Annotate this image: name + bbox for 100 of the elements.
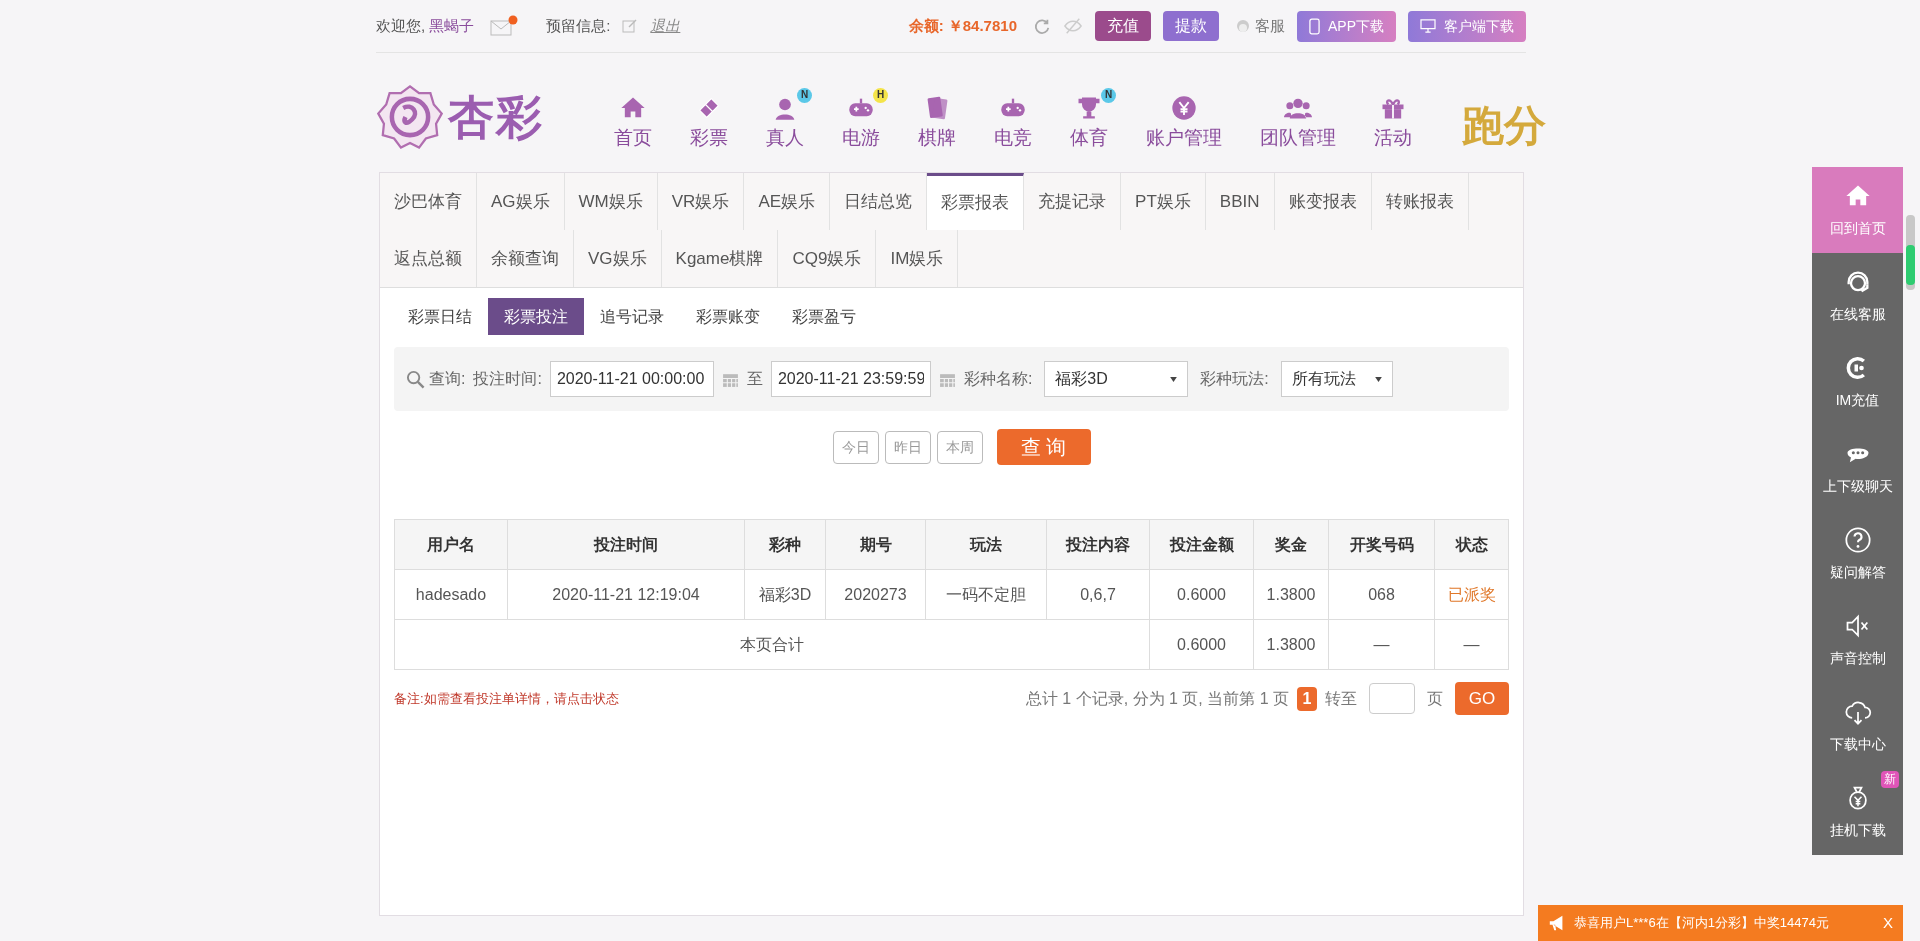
pagination-summary: 总计 1 个记录, 分为 1 页, 当前第 1 页 <box>1025 688 1289 709</box>
page-total-label: 本页合计 <box>394 619 1150 670</box>
nav-item[interactable]: 团队管理 <box>1252 87 1344 147</box>
nav-item[interactable]: N 真人 <box>758 87 812 147</box>
side-menu-item[interactable]: 上下级聊天 <box>1812 425 1903 511</box>
report-tab[interactable]: 返点总额 <box>380 230 477 287</box>
column-header: 投注金额 <box>1149 519 1254 570</box>
report-tab[interactable]: PT娱乐 <box>1121 173 1206 230</box>
report-tab[interactable]: VG娱乐 <box>574 230 662 287</box>
nav-badge: N <box>797 87 812 103</box>
bet-time-label: 投注时间: <box>473 369 542 389</box>
column-header: 投注内容 <box>1046 519 1150 570</box>
sub-tab[interactable]: 彩票账变 <box>680 298 776 335</box>
sub-tab[interactable]: 追号记录 <box>584 298 680 335</box>
quick-date-button[interactable]: 昨日 <box>884 430 931 464</box>
current-page-badge[interactable]: 1 <box>1297 686 1317 711</box>
table-cell: 2020-11-21 12:19:04 <box>507 569 745 620</box>
status-link[interactable]: 已派奖 <box>1434 569 1509 620</box>
goto-label: 转至 <box>1325 688 1357 709</box>
balance-label: 余额: <box>908 15 944 36</box>
nav-item[interactable]: 活动 <box>1366 87 1420 147</box>
new-badge: 新 <box>1881 771 1899 788</box>
side-menu-item[interactable]: 疑问解答 <box>1812 511 1903 597</box>
column-header: 彩种 <box>744 519 826 570</box>
side-menu-item[interactable]: 下载中心 <box>1812 683 1903 769</box>
report-tab[interactable]: BBIN <box>1205 173 1275 230</box>
sub-tab[interactable]: 彩票投注 <box>488 298 584 335</box>
start-time-field[interactable]: 2020-11-21 00:00:00 <box>549 361 714 397</box>
balance-value: ￥84.7810 <box>947 15 1017 36</box>
end-time-field[interactable]: 2020-11-21 23:59:59 <box>770 361 931 397</box>
table-cell: 1.3800 <box>1253 569 1329 620</box>
play-type-label: 彩种玩法: <box>1200 369 1269 389</box>
quick-date-button[interactable]: 本周 <box>936 430 983 464</box>
page-label: 页 <box>1427 688 1443 709</box>
column-header: 投注时间 <box>507 519 745 570</box>
logo-text: 杏彩 <box>448 94 544 140</box>
report-tab[interactable]: IM娱乐 <box>876 230 959 287</box>
report-tab[interactable]: CQ9娱乐 <box>778 230 877 287</box>
note-text: 备注:如需查看投注单详情，请点击状态 <box>394 689 619 708</box>
side-menu-item[interactable]: 在线客服 <box>1812 253 1903 339</box>
table-cell: — <box>1434 619 1509 670</box>
report-tab[interactable]: 彩票报表 <box>927 173 1025 230</box>
sub-tab[interactable]: 彩票日结 <box>392 298 488 335</box>
lottery-dropdown[interactable]: 福彩3D <box>1044 361 1189 397</box>
app-download-button[interactable]: APP下载 <box>1297 10 1396 42</box>
report-tab[interactable]: AE娱乐 <box>744 173 831 230</box>
report-tab[interactable]: 余额查询 <box>477 230 574 287</box>
nav-item[interactable]: 电竞 <box>986 87 1040 147</box>
quick-date-button[interactable]: 今日 <box>832 430 879 464</box>
client-download-button[interactable]: 客户端下载 <box>1408 10 1526 42</box>
table-cell: 0.6000 <box>1149 569 1254 620</box>
play-type-dropdown[interactable]: 所有玩法 <box>1280 361 1393 397</box>
column-header: 用户名 <box>394 519 508 570</box>
sub-tab[interactable]: 彩票盈亏 <box>776 298 872 335</box>
customer-service-link[interactable]: 客服 <box>1255 14 1285 38</box>
side-menu-item[interactable]: 声音控制 <box>1812 597 1903 683</box>
table-cell: 2020273 <box>825 569 926 620</box>
welcome-text: 欢迎您, <box>376 15 426 36</box>
report-tab[interactable]: 账变报表 <box>1274 173 1372 230</box>
deposit-button[interactable]: 充值 <box>1095 11 1151 41</box>
table-cell: 一码不定胆 <box>925 569 1047 620</box>
nav-item[interactable]: 棋牌 <box>910 87 964 147</box>
to-label: 至 <box>746 369 763 389</box>
table-cell: hadesado <box>394 569 508 620</box>
nav-badge: N <box>1101 87 1116 103</box>
logo[interactable]: 杏彩 <box>376 83 544 151</box>
nav-item[interactable]: H 电游 <box>834 87 888 147</box>
logout-link[interactable]: 退出 <box>650 14 681 38</box>
query-button[interactable]: 查 询 <box>996 429 1091 465</box>
nav-item[interactable]: 首页 <box>606 87 660 147</box>
reserved-info-label: 预留信息: <box>546 15 611 36</box>
go-button[interactable]: GO <box>1455 682 1509 715</box>
report-tab[interactable]: WM娱乐 <box>564 173 658 230</box>
report-tab[interactable]: 转账报表 <box>1371 173 1469 230</box>
nav-badge: H <box>873 87 888 103</box>
table-cell: 福彩3D <box>744 569 826 620</box>
nav-item[interactable]: 账户管理 <box>1138 87 1230 147</box>
column-header: 开奖号码 <box>1328 519 1435 570</box>
report-tab[interactable]: Kgame棋牌 <box>661 230 779 287</box>
report-tab[interactable]: AG娱乐 <box>477 173 565 230</box>
column-header: 奖金 <box>1253 519 1329 570</box>
column-header: 状态 <box>1434 519 1509 570</box>
report-tab[interactable]: VR娱乐 <box>657 173 745 230</box>
username-link[interactable]: 黑蝎子 <box>429 14 475 38</box>
column-header: 期号 <box>825 519 926 570</box>
side-menu-item[interactable]: IM充值 <box>1812 339 1903 425</box>
nav-item[interactable]: N 体育 <box>1062 87 1116 147</box>
table-cell: 1.3800 <box>1253 619 1329 670</box>
table-cell: 0,6,7 <box>1046 569 1150 620</box>
report-tab[interactable]: 沙巴体育 <box>380 173 477 230</box>
report-tab[interactable]: 充提记录 <box>1024 173 1122 230</box>
withdraw-button[interactable]: 提款 <box>1163 11 1219 41</box>
lottery-name-label: 彩种名称: <box>963 369 1033 389</box>
table-cell: 0.6000 <box>1149 619 1254 670</box>
nav-item[interactable]: 彩票 <box>682 87 736 147</box>
query-label: 查询: <box>429 369 466 389</box>
table-cell: 068 <box>1328 569 1435 620</box>
column-header: 玩法 <box>925 519 1047 570</box>
notification-text: 恭喜用户L***6在【河内1分彩】中奖14474元 <box>1574 914 1830 933</box>
table-cell: — <box>1328 619 1435 670</box>
